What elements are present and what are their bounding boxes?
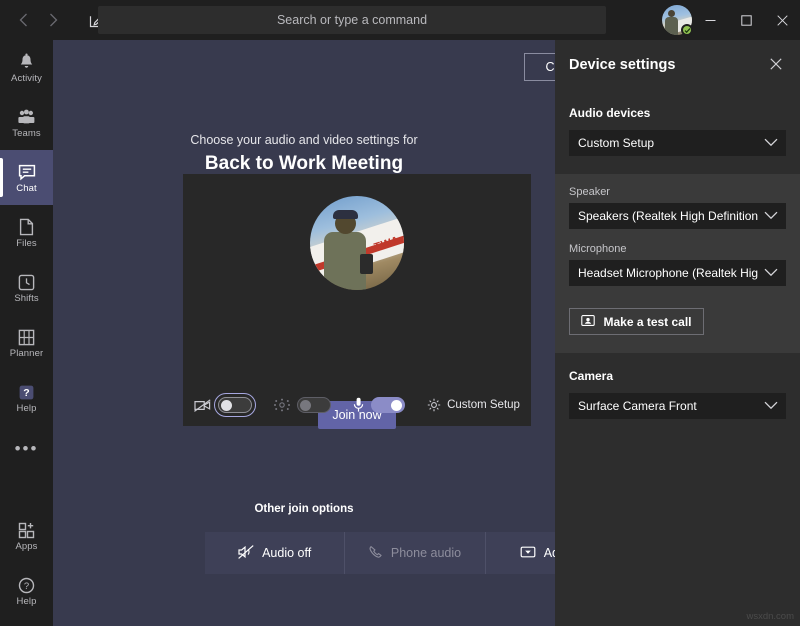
speaker-select[interactable]: Speakers (Realtek High Definition Au... [569, 203, 786, 229]
title-bar: Search or type a command [0, 0, 800, 40]
audio-device-value: Custom Setup [578, 136, 655, 150]
svg-text:?: ? [24, 581, 29, 592]
teams-people-icon [17, 106, 36, 126]
join-option-audio-off[interactable]: Audio off [205, 532, 344, 574]
background-blur-toggle[interactable] [297, 397, 332, 413]
camera-title: Camera [569, 369, 614, 383]
sidebar-item-help[interactable]: ? Help [0, 370, 53, 425]
other-join-options-title: Other join options [254, 503, 354, 515]
rail-bottom-group: Apps ? Help [0, 508, 53, 618]
sidebar-item-planner[interactable]: Planner [0, 315, 53, 370]
sidebar-item-label: Teams [12, 128, 41, 139]
panel-header: Device settings [555, 40, 800, 90]
sidebar-item-label: Chat [16, 183, 37, 194]
join-option-label: Phone audio [390, 546, 462, 560]
clock-icon [18, 271, 35, 291]
chevron-down-icon [764, 266, 778, 280]
sidebar-item-files[interactable]: Files [0, 205, 53, 260]
camera-control [194, 393, 257, 417]
test-call-icon [581, 314, 596, 330]
gear-icon [427, 398, 441, 412]
audio-device-select[interactable]: Custom Setup [569, 130, 786, 156]
join-option-label: Audio off [262, 546, 312, 560]
sidebar-item-help-bottom[interactable]: ? Help [0, 563, 53, 618]
device-settings-button[interactable]: Custom Setup [427, 398, 520, 412]
room-icon [520, 545, 536, 562]
app-rail: Activity Teams Chat Files Shifts Planner… [0, 40, 53, 626]
chevron-down-icon [764, 209, 778, 223]
sidebar-item-label: Activity [11, 73, 42, 84]
sidebar-item-label: Apps [15, 541, 38, 552]
minimize-button[interactable] [692, 0, 728, 40]
sidebar-item-label: Planner [9, 348, 44, 359]
panel-title: Device settings [569, 57, 676, 73]
avatar-head-shape [668, 10, 675, 17]
microphone-toggle[interactable] [371, 397, 406, 413]
close-icon[interactable] [766, 54, 786, 77]
sidebar-item-label: Help [16, 403, 37, 414]
sidebar-item-apps[interactable]: Apps [0, 508, 53, 563]
back-icon[interactable] [8, 5, 38, 35]
bell-icon [18, 51, 35, 71]
camera-section: Camera Surface Camera Front [555, 353, 800, 437]
help-circle-icon: ? [18, 574, 35, 594]
watermark: wsxdn.com [746, 611, 794, 622]
apps-icon [18, 519, 35, 539]
planner-grid-icon [18, 326, 35, 346]
avatar[interactable] [662, 5, 693, 36]
phone-icon [369, 545, 383, 562]
avatar-person-shape [665, 17, 678, 35]
background-blur-icon [274, 398, 291, 412]
camera-value: Surface Camera Front [578, 399, 697, 413]
device-settings-label: Custom Setup [447, 399, 520, 411]
sidebar-item-shifts[interactable]: Shifts [0, 260, 53, 315]
file-icon [19, 216, 34, 236]
sidebar-item-chat[interactable]: Chat [0, 150, 53, 205]
search-placeholder: Search or type a command [276, 13, 428, 27]
microphone-icon [353, 397, 364, 413]
sidebar-item-label: Help [16, 596, 37, 607]
more-options-icon[interactable]: ••• [0, 429, 53, 469]
microphone-label: Microphone [569, 243, 627, 255]
sidebar-item-teams[interactable]: Teams [0, 95, 53, 150]
page-title: Back to Work Meeting [204, 153, 404, 174]
avatar-device-shape [360, 254, 373, 274]
window-controls [692, 0, 800, 40]
forward-icon[interactable] [38, 5, 68, 35]
prejoin-controls: Custom Setup [183, 388, 531, 422]
sidebar-item-label: Shifts [14, 293, 39, 304]
svg-text:?: ? [23, 387, 29, 399]
sidebar-item-label: Files [16, 238, 37, 249]
chevron-down-icon [764, 136, 778, 150]
join-option-phone-audio[interactable]: Phone audio [344, 532, 484, 574]
speaker-off-icon [238, 544, 254, 562]
speaker-value: Speakers (Realtek High Definition Au... [578, 209, 758, 223]
camera-off-icon [194, 398, 211, 412]
search-input[interactable]: Search or type a command [98, 6, 606, 34]
speaker-label: Speaker [569, 186, 610, 198]
help-filled-icon: ? [18, 381, 35, 401]
make-test-call-label: Make a test call [603, 314, 692, 329]
prejoin-subtitle: Choose your audio and video settings for [190, 133, 418, 147]
background-control [274, 397, 332, 413]
maximize-button[interactable] [728, 0, 764, 40]
avatar-cap-shape [333, 210, 358, 219]
audio-devices-section: Audio devices Custom Setup [555, 90, 800, 174]
audio-devices-title: Audio devices [569, 106, 651, 120]
video-preview[interactable]: TWA Join now Custom Setup [183, 174, 531, 429]
preview-avatar: TWA [310, 196, 404, 290]
camera-toggle[interactable] [214, 393, 257, 417]
speaker-microphone-section: Speaker Speakers (Realtek High Definitio… [555, 174, 800, 353]
close-button[interactable] [764, 0, 800, 40]
chevron-down-icon [764, 399, 778, 413]
microphone-value: Headset Microphone (Realtek High D... [578, 266, 758, 280]
microphone-select[interactable]: Headset Microphone (Realtek High D... [569, 260, 786, 286]
make-test-call-button[interactable]: Make a test call [569, 308, 704, 335]
microphone-control [353, 397, 406, 413]
chat-bubble-icon [18, 161, 36, 181]
teams-window: Search or type a command Activity Teams … [0, 0, 800, 626]
camera-select[interactable]: Surface Camera Front [569, 393, 786, 419]
device-settings-panel: Device settings Audio devices Custom Set… [555, 40, 800, 626]
sidebar-item-activity[interactable]: Activity [0, 40, 53, 95]
